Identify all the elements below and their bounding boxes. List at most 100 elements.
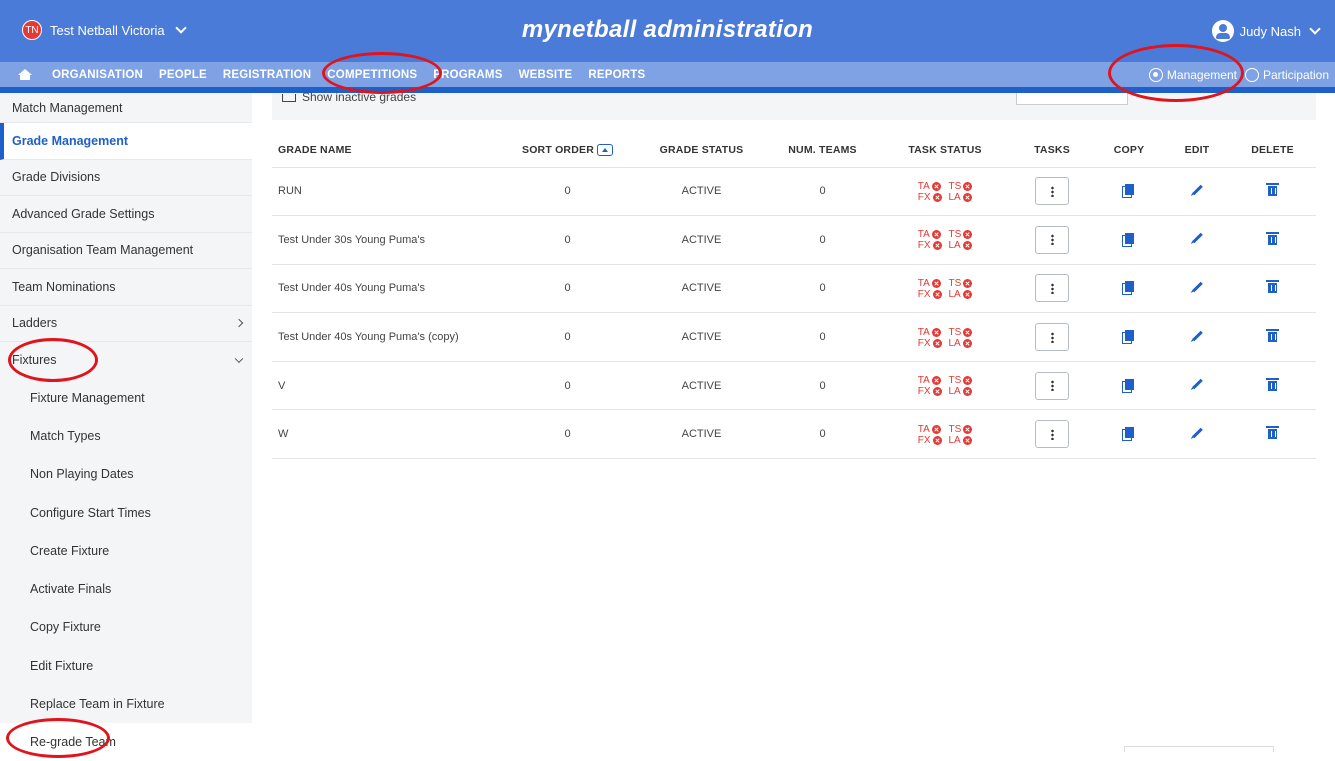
nav-website[interactable]: WEBSITE	[519, 69, 573, 81]
task-status-item: LA	[949, 289, 973, 300]
col-sort-order[interactable]: SORT ORDER	[498, 133, 637, 168]
sidebar-item-label: Advanced Grade Settings	[12, 206, 155, 221]
trash-icon[interactable]	[1266, 426, 1279, 440]
participation-label[interactable]: Participation	[1263, 68, 1329, 82]
sidebar-item-fixtures[interactable]: Fixtures	[0, 342, 252, 379]
trash-icon[interactable]	[1266, 377, 1279, 391]
task-code: TS	[948, 277, 962, 289]
sidebar-subitem-re-grade-team[interactable]: Re-grade Team	[0, 723, 252, 761]
nav-reports[interactable]: REPORTS	[588, 69, 645, 81]
x-circle-icon	[962, 387, 972, 397]
trash-icon[interactable]	[1266, 329, 1279, 343]
pencil-icon[interactable]	[1191, 330, 1203, 341]
task-status-item: TA	[918, 375, 942, 386]
task-status-item: LA	[949, 435, 973, 446]
sidebar-subitem-replace-team-in-fixture[interactable]: Replace Team in Fixture	[0, 685, 252, 723]
pencil-icon[interactable]	[1191, 184, 1203, 196]
sidebar-item-grade-management[interactable]: Grade Management	[0, 123, 252, 160]
task-status-cell: TA TS FX LA	[879, 167, 1011, 217]
bottom-widget	[1124, 746, 1274, 752]
task-status-item: TS	[949, 229, 973, 240]
copy-icon[interactable]	[1121, 184, 1134, 199]
task-code: LA	[948, 434, 961, 446]
sidebar-subitem-match-types[interactable]: Match Types	[0, 417, 252, 455]
tasks-menu-button[interactable]	[1035, 420, 1069, 449]
pencil-icon[interactable]	[1191, 281, 1203, 293]
sidebar-item-label: Grade Divisions	[12, 170, 101, 185]
task-status-item: TA	[918, 181, 942, 192]
table-row: W 0 ACTIVE 0 TA TS FX LA	[272, 409, 1316, 460]
col-edit: EDIT	[1165, 133, 1229, 168]
sidebar-item-label: Configure Start Times	[30, 505, 151, 520]
tasks-menu-button[interactable]	[1035, 323, 1069, 352]
sidebar-item-match-management[interactable]: Match Management	[0, 93, 252, 123]
tasks-menu-button[interactable]	[1035, 177, 1069, 206]
trash-icon[interactable]	[1266, 280, 1279, 294]
management-radio[interactable]	[1148, 67, 1163, 82]
kebab-icon	[1050, 331, 1054, 343]
pencil-icon[interactable]	[1191, 427, 1203, 439]
task-code: FX	[917, 337, 931, 349]
sidebar-item-grade-divisions[interactable]: Grade Divisions	[0, 160, 252, 196]
nav-organisation[interactable]: ORGANISATION	[52, 69, 143, 81]
sidebar-item-organisation-team-management[interactable]: Organisation Team Management	[0, 233, 252, 269]
sidebar-item-team-nominations[interactable]: Team Nominations	[0, 269, 252, 306]
participation-radio[interactable]	[1244, 67, 1259, 82]
col-copy: COPY	[1093, 133, 1165, 168]
sidebar-subitem-create-fixture[interactable]: Create Fixture	[0, 532, 252, 570]
copy-icon[interactable]	[1121, 281, 1134, 296]
task-code: TA	[917, 229, 930, 241]
task-status-item: LA	[949, 338, 973, 349]
sort-order-cell: 0	[498, 167, 637, 217]
sidebar-item-advanced-grade-settings[interactable]: Advanced Grade Settings	[0, 196, 252, 233]
grade-name-cell: RUN	[272, 167, 498, 217]
grade-name-cell: Test Under 40s Young Puma's (copy)	[272, 312, 498, 362]
show-inactive-label: Show inactive grades	[302, 90, 417, 104]
main-nav: ORGANISATION PEOPLE REGISTRATION COMPETI…	[0, 62, 1335, 87]
top-bar: TN Test Netball Victoria mynetball admin…	[0, 0, 1335, 62]
tasks-menu-button[interactable]	[1035, 371, 1069, 400]
filter-select[interactable]	[1016, 93, 1128, 105]
pencil-icon[interactable]	[1191, 378, 1203, 390]
sidebar-item-ladders[interactable]: Ladders	[0, 306, 252, 342]
trash-icon[interactable]	[1266, 231, 1279, 245]
nav-people[interactable]: PEOPLE	[159, 69, 207, 81]
sidebar-subitem-edit-fixture[interactable]: Edit Fixture	[0, 647, 252, 685]
user-menu[interactable]: Judy Nash	[1211, 20, 1321, 42]
sidebar-subitem-non-playing-dates[interactable]: Non Playing Dates	[0, 455, 252, 493]
tasks-cell	[1011, 409, 1093, 460]
task-status-item: FX	[918, 240, 942, 251]
tasks-menu-button[interactable]	[1035, 274, 1069, 303]
tasks-menu-button[interactable]	[1035, 225, 1069, 254]
nav-registration[interactable]: REGISTRATION	[223, 69, 311, 81]
copy-icon[interactable]	[1121, 330, 1134, 345]
task-status-item: TS	[949, 181, 973, 192]
nav-competitions[interactable]: COMPETITIONS	[327, 69, 417, 81]
sidebar-item-label: Non Playing Dates	[30, 467, 134, 482]
copy-icon[interactable]	[1121, 378, 1134, 393]
sidebar-subitem-configure-start-times[interactable]: Configure Start Times	[0, 493, 252, 531]
show-inactive-checkbox[interactable]	[282, 94, 296, 102]
trash-icon[interactable]	[1266, 183, 1279, 197]
x-circle-icon	[932, 289, 942, 299]
sidebar-item-label: Edit Fixture	[30, 658, 94, 673]
task-status-group: TA TS FX LA	[918, 278, 973, 300]
x-circle-icon	[932, 435, 942, 445]
pencil-icon[interactable]	[1191, 233, 1203, 244]
tasks-cell	[1011, 167, 1093, 217]
x-circle-icon	[962, 289, 972, 299]
grade-name-cell: Test Under 40s Young Puma's	[272, 264, 498, 314]
copy-icon[interactable]	[1121, 427, 1134, 442]
sidebar-subitem-copy-fixture[interactable]: Copy Fixture	[0, 608, 252, 646]
home-icon[interactable]	[18, 69, 32, 80]
management-label[interactable]: Management	[1167, 68, 1237, 82]
sidebar-item-label: Fixtures	[12, 353, 57, 368]
sidebar-subitem-activate-finals[interactable]: Activate Finals	[0, 570, 252, 608]
nav-programs[interactable]: PROGRAMS	[433, 69, 502, 81]
sidebar-subitem-fixture-management[interactable]: Fixture Management	[0, 379, 252, 417]
sort-ascending-icon[interactable]	[597, 143, 613, 156]
filter-bar: Show inactive grades	[272, 90, 1316, 120]
delete-cell	[1229, 167, 1316, 217]
copy-icon[interactable]	[1121, 232, 1134, 247]
sidebar-item-label: Match Types	[30, 428, 101, 443]
